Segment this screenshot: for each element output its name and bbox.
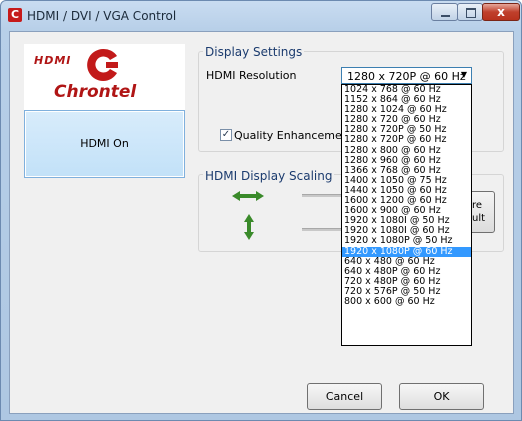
dropdown-arrow-icon: ▼ — [460, 70, 467, 79]
ok-button[interactable]: OK — [399, 383, 484, 410]
restore-label-line2: ult — [472, 213, 486, 224]
cancel-button[interactable]: Cancel — [307, 383, 382, 410]
window-title: HDMI / DVI / VGA Control — [27, 9, 177, 23]
logo-hdmi-text: HDMI — [34, 54, 72, 67]
vertical-scale-slider[interactable] — [302, 228, 342, 231]
hdmi-resolution-select[interactable]: 1280 x 720P @ 60 Hz ▼ — [341, 67, 472, 84]
quality-enhancement-label: Quality Enhancement — [234, 129, 353, 142]
hdmi-resolution-label: HDMI Resolution — [206, 69, 297, 82]
chrontel-app-icon: C — [8, 8, 22, 22]
maximize-button[interactable] — [457, 3, 483, 21]
chrontel-logo: HDMI Chrontel — [24, 44, 185, 113]
minimize-button[interactable] — [431, 3, 458, 21]
logo-brand-text: Chrontel — [54, 82, 137, 102]
horizontal-scale-arrow-icon — [232, 191, 264, 201]
close-icon: x — [497, 5, 505, 19]
horizontal-scale-slider[interactable] — [302, 194, 342, 197]
display-settings-title: Display Settings — [203, 45, 305, 59]
title-bar[interactable]: C HDMI / DVI / VGA Control x — [1, 1, 521, 31]
hdmi-on-label: HDMI On — [80, 137, 129, 150]
resolution-dropdown-list[interactable]: 1024 x 768 @ 60 Hz 1152 x 864 @ 60 Hz 1280… — [341, 84, 472, 346]
minimize-icon — [441, 15, 450, 17]
maximize-icon — [466, 8, 476, 18]
resolution-option[interactable]: 1920 x 1080P @ 50 Hz — [342, 236, 471, 246]
resolution-option[interactable]: 800 x 600 @ 60 Hz — [342, 296, 471, 307]
vertical-scale-arrow-icon — [244, 214, 254, 240]
display-scaling-title: HDMI Display Scaling — [203, 169, 335, 183]
dialog-client-area: HDMI Chrontel HDMI On Display Settings H… — [9, 31, 514, 414]
restore-label-line1: re — [472, 200, 483, 211]
quality-enhancement-checkbox[interactable]: ✓ — [220, 129, 232, 141]
hdmi-on-button[interactable]: HDMI On — [24, 110, 185, 178]
close-button[interactable]: x — [482, 3, 520, 21]
logo-c-mark-icon — [87, 48, 118, 81]
app-window: C HDMI / DVI / VGA Control x HDMI Chront… — [0, 0, 522, 421]
hdmi-resolution-value: 1280 x 720P @ 60 Hz — [347, 70, 466, 83]
